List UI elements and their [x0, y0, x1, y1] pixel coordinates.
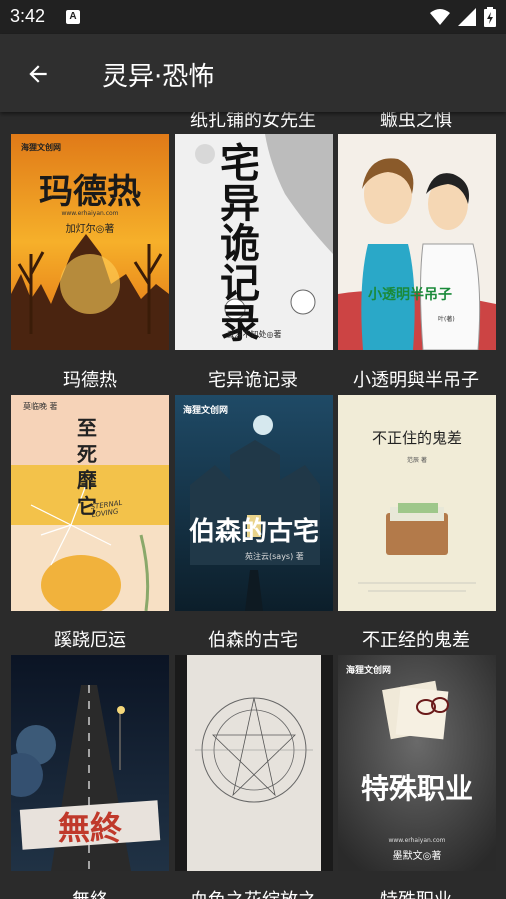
- book-title[interactable]: 蝂虫之惧: [337, 112, 495, 132]
- cover-art: [175, 655, 333, 871]
- publisher-label: 海狸文创网: [21, 143, 61, 152]
- book-cover[interactable]: 海狸文创网 伯森的古宅 苑注云(says) 著: [175, 395, 333, 611]
- book-cover[interactable]: 不正住的鬼差 范辰 著: [338, 395, 496, 611]
- cover-url: www.erhaiyan.com: [388, 837, 446, 844]
- battery-icon: [484, 7, 496, 27]
- arrow-back-icon: [29, 65, 47, 83]
- book-title[interactable]: 宅异诡记录: [174, 366, 332, 392]
- cover-author: 云深不知处◎著: [226, 330, 282, 339]
- book-title[interactable]: 玛德热: [11, 366, 169, 392]
- book-title[interactable]: 伯森的古宅: [174, 626, 332, 652]
- cover-title: 伯森的古宅: [188, 517, 319, 547]
- cover-author: 墨默文◎著: [392, 851, 442, 862]
- book-cover[interactable]: 無終: [11, 655, 169, 871]
- cover-url: www.erhaiyan.com: [61, 210, 119, 217]
- book-title[interactable]: 血色之花绽放之: [174, 886, 332, 899]
- book-title[interactable]: 小透明與半吊子: [337, 366, 495, 392]
- signal-icon: [458, 8, 476, 26]
- book-cover[interactable]: 宅异诡记录 云深不知处◎著: [175, 134, 333, 350]
- back-button[interactable]: [18, 54, 58, 94]
- wifi-icon: [430, 9, 450, 25]
- book-cover[interactable]: 莫临晚 著 至死靡它 STERNAL LOVING: [11, 395, 169, 611]
- book-cover[interactable]: 海狸文创网 玛德热 www.erhaiyan.com 加灯尔◎著: [11, 134, 169, 350]
- cover-author: 加灯尔◎著: [65, 224, 115, 235]
- book-title[interactable]: 特殊职业: [337, 886, 495, 899]
- cover-author: 叶(著): [438, 316, 455, 323]
- book-grid: 纸扎铺的女先生 蝂虫之惧 海狸文创网 玛德热 www.erhaiyan.com …: [0, 112, 506, 899]
- cover-title: 小透明半吊子: [368, 287, 452, 303]
- page-title: 灵异·恐怖: [102, 62, 215, 92]
- status-icons: [430, 7, 496, 27]
- book-cover[interactable]: 小透明半吊子 叶(著): [338, 134, 496, 350]
- book-title[interactable]: 不正经的鬼差: [337, 626, 495, 652]
- cover-author: 范辰 著: [407, 457, 427, 464]
- cover-art: [175, 395, 333, 611]
- cover-author: 莫临晚 著: [23, 402, 58, 411]
- cover-title: 玛德热: [39, 172, 141, 212]
- cover-art: [338, 134, 496, 350]
- book-title[interactable]: 無終: [11, 886, 169, 899]
- app-bar: 灵异·恐怖: [0, 34, 506, 112]
- publisher-label: 海狸文创网: [183, 406, 229, 416]
- book-title[interactable]: 蹊跷厄运: [11, 626, 169, 652]
- book-title[interactable]: 纸扎铺的女先生: [174, 112, 332, 132]
- status-time: 3:42: [10, 6, 46, 26]
- cover-title: 不正住的鬼差: [371, 429, 462, 447]
- notification-icon: A: [66, 10, 80, 24]
- book-cover[interactable]: [175, 655, 333, 871]
- book-cover[interactable]: 海狸文创网 特殊职业 www.erhaiyan.com 墨默文◎著: [338, 655, 496, 871]
- publisher-label: 海狸文创网: [346, 666, 392, 676]
- cover-title: 宅异诡记录: [220, 140, 260, 347]
- cover-title: 無終: [57, 809, 122, 847]
- cover-title: 特殊职业: [360, 772, 473, 805]
- status-bar: 3:42 A: [0, 0, 506, 34]
- cover-author: 苑注云(says) 著: [245, 552, 304, 561]
